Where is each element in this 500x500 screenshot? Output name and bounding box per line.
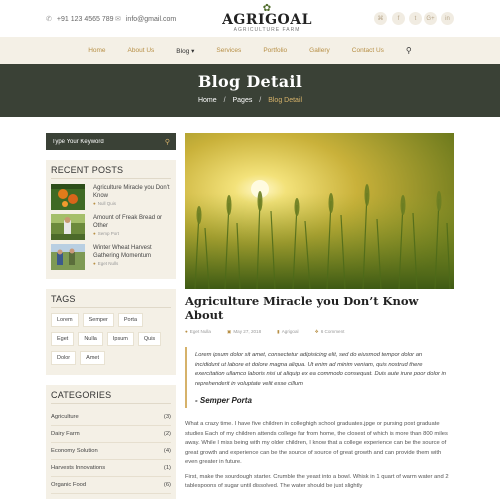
tag[interactable]: Nulla [78,332,103,346]
article: Agriculture Miracle you Don’t Know About… [185,133,454,492]
recent-posts-widget: RECENT POSTS Agriculture Miracle you Don… [46,160,176,279]
category-name: Agriculture [51,414,79,420]
category-name: Dairy Farm [51,431,80,437]
recent-post-title: Agriculture Miracle you Don't Know [93,185,170,199]
tag[interactable]: Lorem [51,313,79,327]
nav-blog[interactable]: Blog ▾ [176,47,194,55]
meta-author[interactable]: ● Eget Nulla [185,329,219,335]
category-item[interactable]: Harvests Innovations (1) [51,460,171,477]
recent-post-title: Amount of Freak Bread or Other [93,215,163,229]
tag[interactable]: Porta [117,313,144,327]
main-nav: Home About Us Blog ▾ Services Portfolio … [0,37,500,64]
linkedin-icon[interactable]: in [441,12,454,25]
comment-icon: ❖ [314,329,319,334]
search-icon[interactable]: ⚲ [165,138,170,146]
user-icon: ● [185,329,188,334]
article-paragraph: What a crazy time. I have five children … [185,421,448,465]
breadcrumb-separator: / [223,97,226,104]
nav-about-us[interactable]: About Us [128,47,155,54]
search-icon[interactable]: ⚲ [406,46,412,55]
recent-post-author: ● Semp Port [93,231,119,236]
tag[interactable]: Amet [80,351,105,365]
category-count: (2) [163,431,171,437]
tags-widget: TAGS Lorem Semper Porta Eget Nulla Ipsum… [46,289,176,375]
breadcrumb-current: Blog Detail [268,97,303,104]
recent-posts-heading: RECENT POSTS [51,165,171,179]
tag-cloud: Lorem Semper Porta Eget Nulla Ipsum Quis… [51,313,171,370]
sidebar: ⚲ RECENT POSTS Agriculture Miracle you D… [46,133,176,499]
mail-icon: ✉ [115,16,121,23]
category-count: (1) [163,465,171,471]
tag[interactable]: Dolor [51,351,77,365]
blockquote: Lorem ipsum dolor sit amet, consectetur … [185,347,454,408]
search-input[interactable] [52,138,152,145]
nav-gallery[interactable]: Gallery [309,47,330,54]
tag[interactable]: Semper [82,313,114,327]
tag[interactable]: Ipsum [106,332,134,346]
post-thumbnail [51,244,85,270]
phone-number: +91 123 4565 789 [56,15,114,23]
folder-icon: ▮ [277,329,280,334]
twitter-icon[interactable]: t [409,12,422,25]
nav-contact-us[interactable]: Contact Us [352,47,384,54]
site-logo[interactable]: ✿ AGRIGOAL AGRICULTURE FARM [222,4,312,34]
article-title: Agriculture Miracle you Don’t Know About [185,294,419,322]
rss-icon[interactable]: ⌘ [374,12,387,25]
recent-post[interactable]: Amount of Freak Bread or Other ● Semp Por… [51,214,171,240]
post-thumbnail [51,214,85,240]
meta-comments[interactable]: ❖ 6 Comment [315,329,353,335]
email-address: info@gmail.com [125,15,177,23]
user-icon: ● [93,261,96,266]
recent-post[interactable]: Winter Wheat Harvest Gathering Momentum … [51,244,171,270]
sidebar-search: ⚲ [46,133,176,150]
categories-heading: CATEGORIES [51,390,171,404]
category-count: (6) [163,482,171,488]
tags-heading: TAGS [51,294,171,308]
google-plus-icon[interactable]: G+ [424,12,437,25]
article-image [185,133,454,289]
tag[interactable]: Eget [51,332,75,346]
page-title: Blog Detail [197,72,303,91]
recent-post-author: ● Null Quis [93,201,116,206]
post-thumbnail [51,184,85,210]
category-item[interactable]: Organic Food (6) [51,477,171,494]
tag[interactable]: Quis [137,332,162,346]
nav-services[interactable]: Services [216,47,241,54]
breadcrumb: Home / Pages / Blog Detail [0,97,500,104]
breadcrumb-pages[interactable]: Pages [232,97,252,104]
page-hero: Blog Detail Home / Pages / Blog Detail [0,64,500,117]
recent-post-author: ● Eget Nulls [93,261,119,266]
logo-tagline: AGRICULTURE FARM [233,27,301,33]
category-name: Economy Solution [51,448,98,454]
breadcrumb-separator: / [259,97,262,104]
meta-category[interactable]: ▮ Agrigoal [277,329,306,335]
category-name: Harvests Innovations [51,465,106,471]
top-bar: ✆ +91 123 4565 789 ✉ info@gmail.com ✿ AG… [0,0,500,37]
nav-portfolio[interactable]: Portfolio [263,47,287,54]
category-item[interactable]: Economy Solution (4) [51,443,171,460]
phone-icon: ✆ [46,16,52,23]
category-name: Organic Food [51,482,87,488]
logo-name: AGRIGOAL [222,12,312,28]
article-paragraph: First, make the sourdough starter. Crumb… [185,473,449,490]
nav-home[interactable]: Home [88,47,105,54]
user-icon: ● [93,231,96,236]
recent-post[interactable]: Agriculture Miracle you Don't Know ● Null… [51,184,171,210]
user-icon: ● [93,201,96,206]
categories-widget: CATEGORIES Agriculture (3) Dairy Farm (2) … [46,385,176,499]
category-item[interactable]: Dairy Farm (2) [51,426,171,443]
quote-text: Lorem ipsum dolor sit amet, consectetur … [195,352,447,387]
category-count: (3) [163,414,171,420]
phone-contact[interactable]: ✆ +91 123 4565 789 [46,15,114,24]
article-meta: ● Eget Nulla ▣ May 27, 2018 ▮ Agrigoal ❖ 6 C… [185,329,454,335]
quote-author: - Semper Porta [195,396,252,405]
calendar-icon: ▣ [226,329,232,334]
meta-date: ▣ May 27, 2018 [226,329,262,334]
recent-post-title: Winter Wheat Harvest Gathering Momentum [93,245,152,259]
email-contact[interactable]: ✉ info@gmail.com [115,15,177,24]
category-count: (4) [163,448,171,454]
facebook-icon[interactable]: f [392,12,405,25]
breadcrumb-home[interactable]: Home [198,97,217,104]
category-item[interactable]: Agriculture (3) [51,409,171,426]
